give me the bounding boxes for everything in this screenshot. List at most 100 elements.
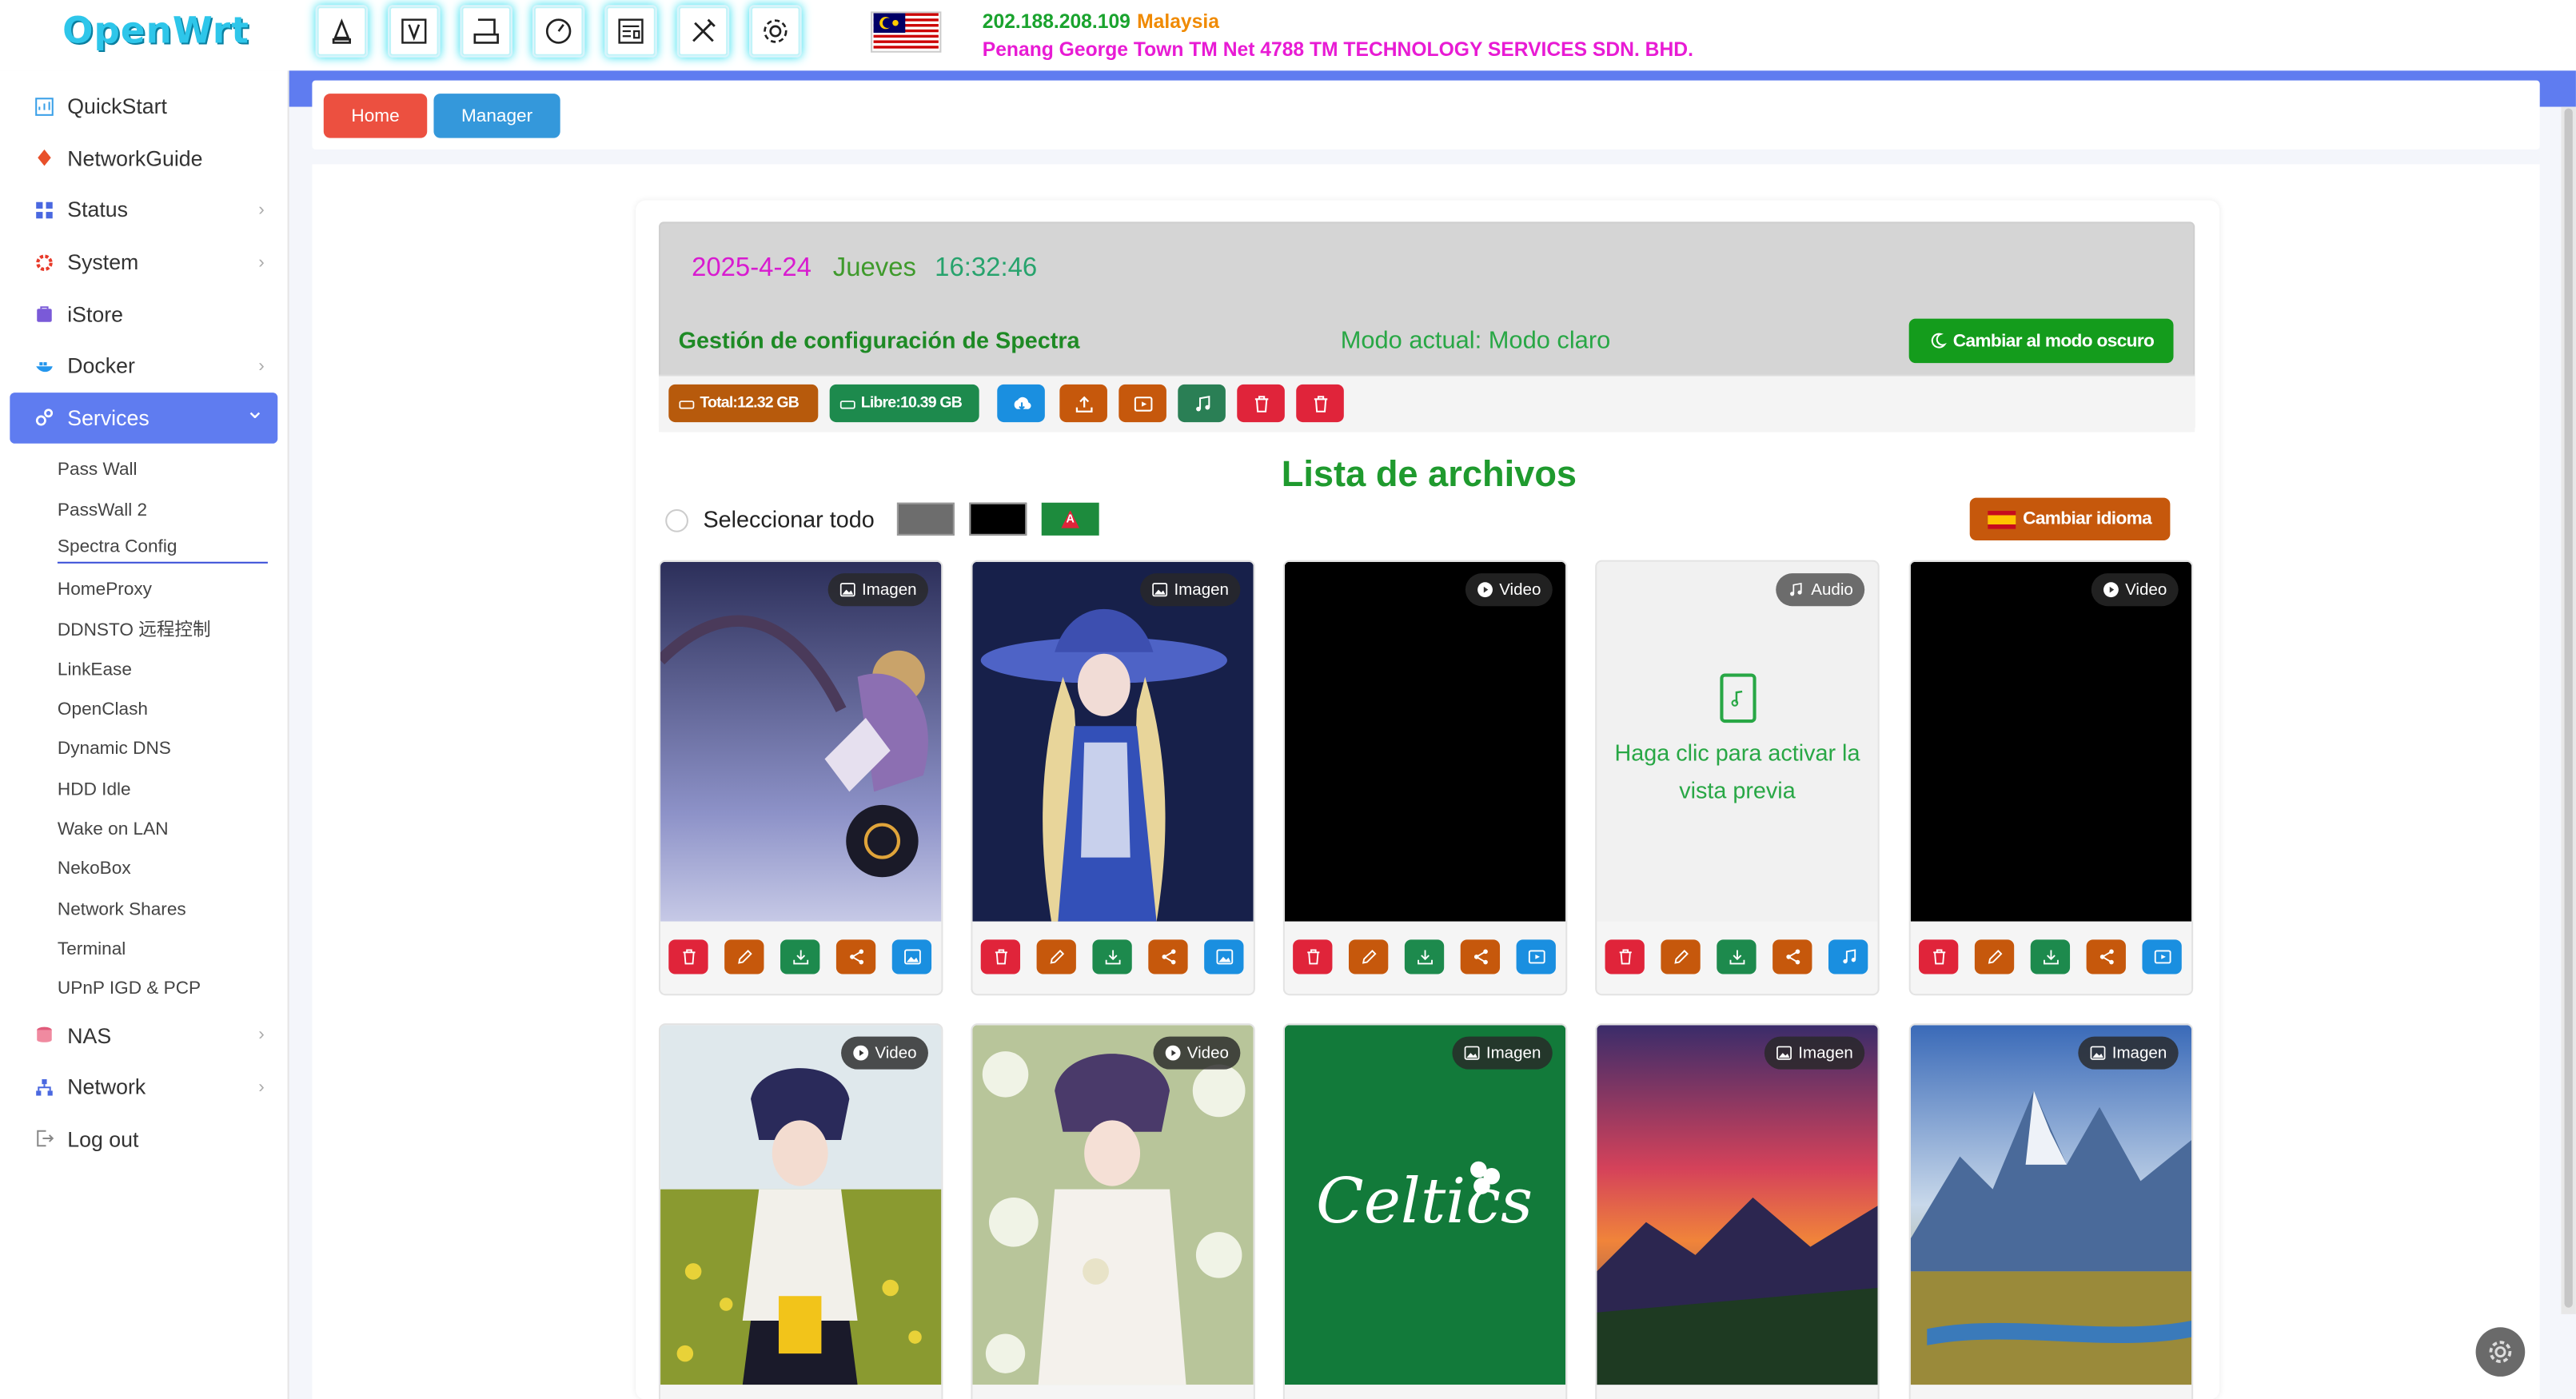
view-image-button[interactable] — [1204, 939, 1244, 975]
sidebar-item-quickstart[interactable]: QuickStart — [10, 81, 277, 133]
select-all-checkbox[interactable] — [665, 508, 688, 532]
tools-icon[interactable] — [676, 5, 730, 58]
file-card[interactable]: Imagen — [971, 560, 1255, 996]
floating-settings-button[interactable] — [2475, 1327, 2526, 1377]
scrollbar-thumb[interactable] — [2564, 108, 2573, 1308]
sidebar-item-log-out[interactable]: Log out — [10, 1113, 277, 1165]
sidebar-item-system[interactable]: System › — [10, 236, 277, 288]
share-button[interactable] — [835, 939, 876, 975]
submenu-item[interactable]: DDNSTO 远程控制 — [0, 610, 288, 650]
sidebar-item-network[interactable]: Network › — [10, 1061, 277, 1113]
submenu-item[interactable]: LinkEase — [0, 650, 288, 690]
rename-button[interactable] — [1348, 939, 1389, 975]
dashboard-icon[interactable] — [604, 5, 657, 58]
music-button[interactable] — [1178, 384, 1226, 423]
file-card[interactable]: Imagen — [1908, 1023, 2194, 1399]
image-thumbnail[interactable] — [1597, 1025, 1878, 1385]
pencil-icon — [1673, 950, 1688, 964]
submenu-item[interactable]: Spectra Config — [0, 530, 288, 570]
v2ray-icon[interactable] — [387, 5, 441, 58]
submenu-item[interactable]: Pass Wall — [0, 450, 288, 490]
rename-button[interactable] — [1974, 939, 2015, 975]
submenu-item[interactable]: OpenClash — [0, 690, 288, 730]
delete-all-button[interactable] — [1296, 384, 1344, 423]
rename-button[interactable] — [724, 939, 764, 975]
file-card[interactable]: Video — [658, 1023, 943, 1399]
file-card[interactable]: Video — [1282, 560, 1568, 996]
clean-icon[interactable] — [315, 5, 369, 58]
theme-swatch-black[interactable] — [969, 502, 1027, 536]
video-thumbnail[interactable] — [1284, 561, 1566, 922]
download-button[interactable] — [780, 939, 820, 975]
delete-button[interactable] — [1919, 939, 1959, 975]
rename-button[interactable] — [1661, 939, 1701, 975]
submenu-item-label: Spectra Config — [57, 537, 268, 564]
file-card[interactable]: Imagen — [658, 560, 943, 996]
sidebar-item-docker[interactable]: Docker › — [10, 340, 277, 392]
sidebar-item-networkguide[interactable]: NetworkGuide — [10, 133, 277, 185]
theme-swatch-gray[interactable] — [896, 502, 955, 536]
play-video-button[interactable] — [2142, 939, 2182, 975]
image-thumbnail[interactable] — [660, 561, 942, 922]
select-all-label[interactable]: Seleccionar todo — [703, 506, 874, 532]
video-thumbnail[interactable] — [1910, 561, 2192, 922]
cloud-download-button[interactable] — [997, 384, 1045, 423]
submenu-item[interactable]: HomeProxy — [0, 570, 288, 610]
submenu-item[interactable]: PassWall 2 — [0, 490, 288, 530]
download-button[interactable] — [1404, 939, 1445, 975]
malaysia-flag-icon — [871, 11, 942, 53]
submenu-item[interactable]: UPnP IGD & PCP — [0, 969, 288, 1009]
submenu-item[interactable]: Wake on LAN — [0, 810, 288, 850]
image-thumbnail[interactable] — [1910, 1025, 2192, 1385]
download-button[interactable] — [1092, 939, 1132, 975]
submenu-item[interactable]: Terminal — [0, 929, 288, 969]
sidebar-item-status[interactable]: Status › — [10, 185, 277, 237]
sidebar-item-istore[interactable]: iStore — [10, 288, 277, 340]
delete-button[interactable] — [1237, 384, 1285, 423]
image-thumbnail[interactable]: Celtics — [1284, 1025, 1566, 1385]
speed-gauge-icon[interactable] — [532, 5, 585, 58]
submenu-item[interactable]: Dynamic DNS — [0, 730, 288, 770]
manager-button[interactable]: Manager — [433, 94, 560, 138]
delete-button[interactable] — [1605, 939, 1645, 975]
openwrt-logo[interactable]: OpenWrt — [62, 11, 249, 52]
image-thumbnail[interactable] — [972, 561, 1254, 922]
share-button[interactable] — [1772, 939, 1812, 975]
audio-thumbnail[interactable]: Haga clic para activar la vista previa — [1597, 561, 1878, 922]
play-video-button[interactable] — [1516, 939, 1556, 975]
download-button[interactable] — [2030, 939, 2071, 975]
view-image-button[interactable] — [891, 939, 932, 975]
change-language-button[interactable]: Cambiar idioma — [1969, 497, 2171, 541]
sidebar-item-services[interactable]: Services ⌄ — [10, 392, 278, 444]
submenu-item[interactable]: Network Shares — [0, 890, 288, 930]
home-button[interactable]: Home — [323, 94, 428, 138]
delete-button[interactable] — [980, 939, 1021, 975]
theme-swatch-green[interactable]: A — [1041, 502, 1099, 536]
sidebar-item-nas[interactable]: NAS › — [10, 1009, 277, 1061]
delete-button[interactable] — [668, 939, 708, 975]
submenu-item[interactable]: HDD Idle — [0, 770, 288, 810]
rename-button[interactable] — [1036, 939, 1076, 975]
settings-icon[interactable] — [748, 5, 802, 58]
submenu-item[interactable]: NekoBox — [0, 850, 288, 890]
play-audio-button[interactable] — [1828, 939, 1868, 975]
download-button[interactable] — [1717, 939, 1757, 975]
delete-button[interactable] — [1293, 939, 1333, 975]
sidebar-item-label: Docker — [67, 353, 135, 379]
file-card[interactable]: Imagen — [1595, 1023, 1880, 1399]
share-button[interactable] — [1148, 939, 1188, 975]
file-card[interactable]: Haga clic para activar la vista previa Au… — [1595, 560, 1880, 996]
media-play-button[interactable] — [1119, 384, 1166, 423]
file-card[interactable]: Celtics Imagen — [1282, 1023, 1568, 1399]
video-thumbnail[interactable] — [660, 1025, 942, 1385]
audio-preview[interactable]: Haga clic para activar la vista previa — [1597, 561, 1878, 922]
share-button[interactable] — [2086, 939, 2126, 975]
video-thumbnail[interactable] — [972, 1025, 1254, 1385]
share-button[interactable] — [1460, 939, 1501, 975]
upload-button[interactable] — [1059, 384, 1107, 423]
disk-icon[interactable] — [460, 5, 513, 58]
file-type-label: Video — [1499, 580, 1541, 599]
dark-mode-button[interactable]: Cambiar al modo oscuro — [1908, 318, 2174, 364]
file-card[interactable]: Video — [1908, 560, 2194, 996]
file-card[interactable]: Video — [971, 1023, 1255, 1399]
